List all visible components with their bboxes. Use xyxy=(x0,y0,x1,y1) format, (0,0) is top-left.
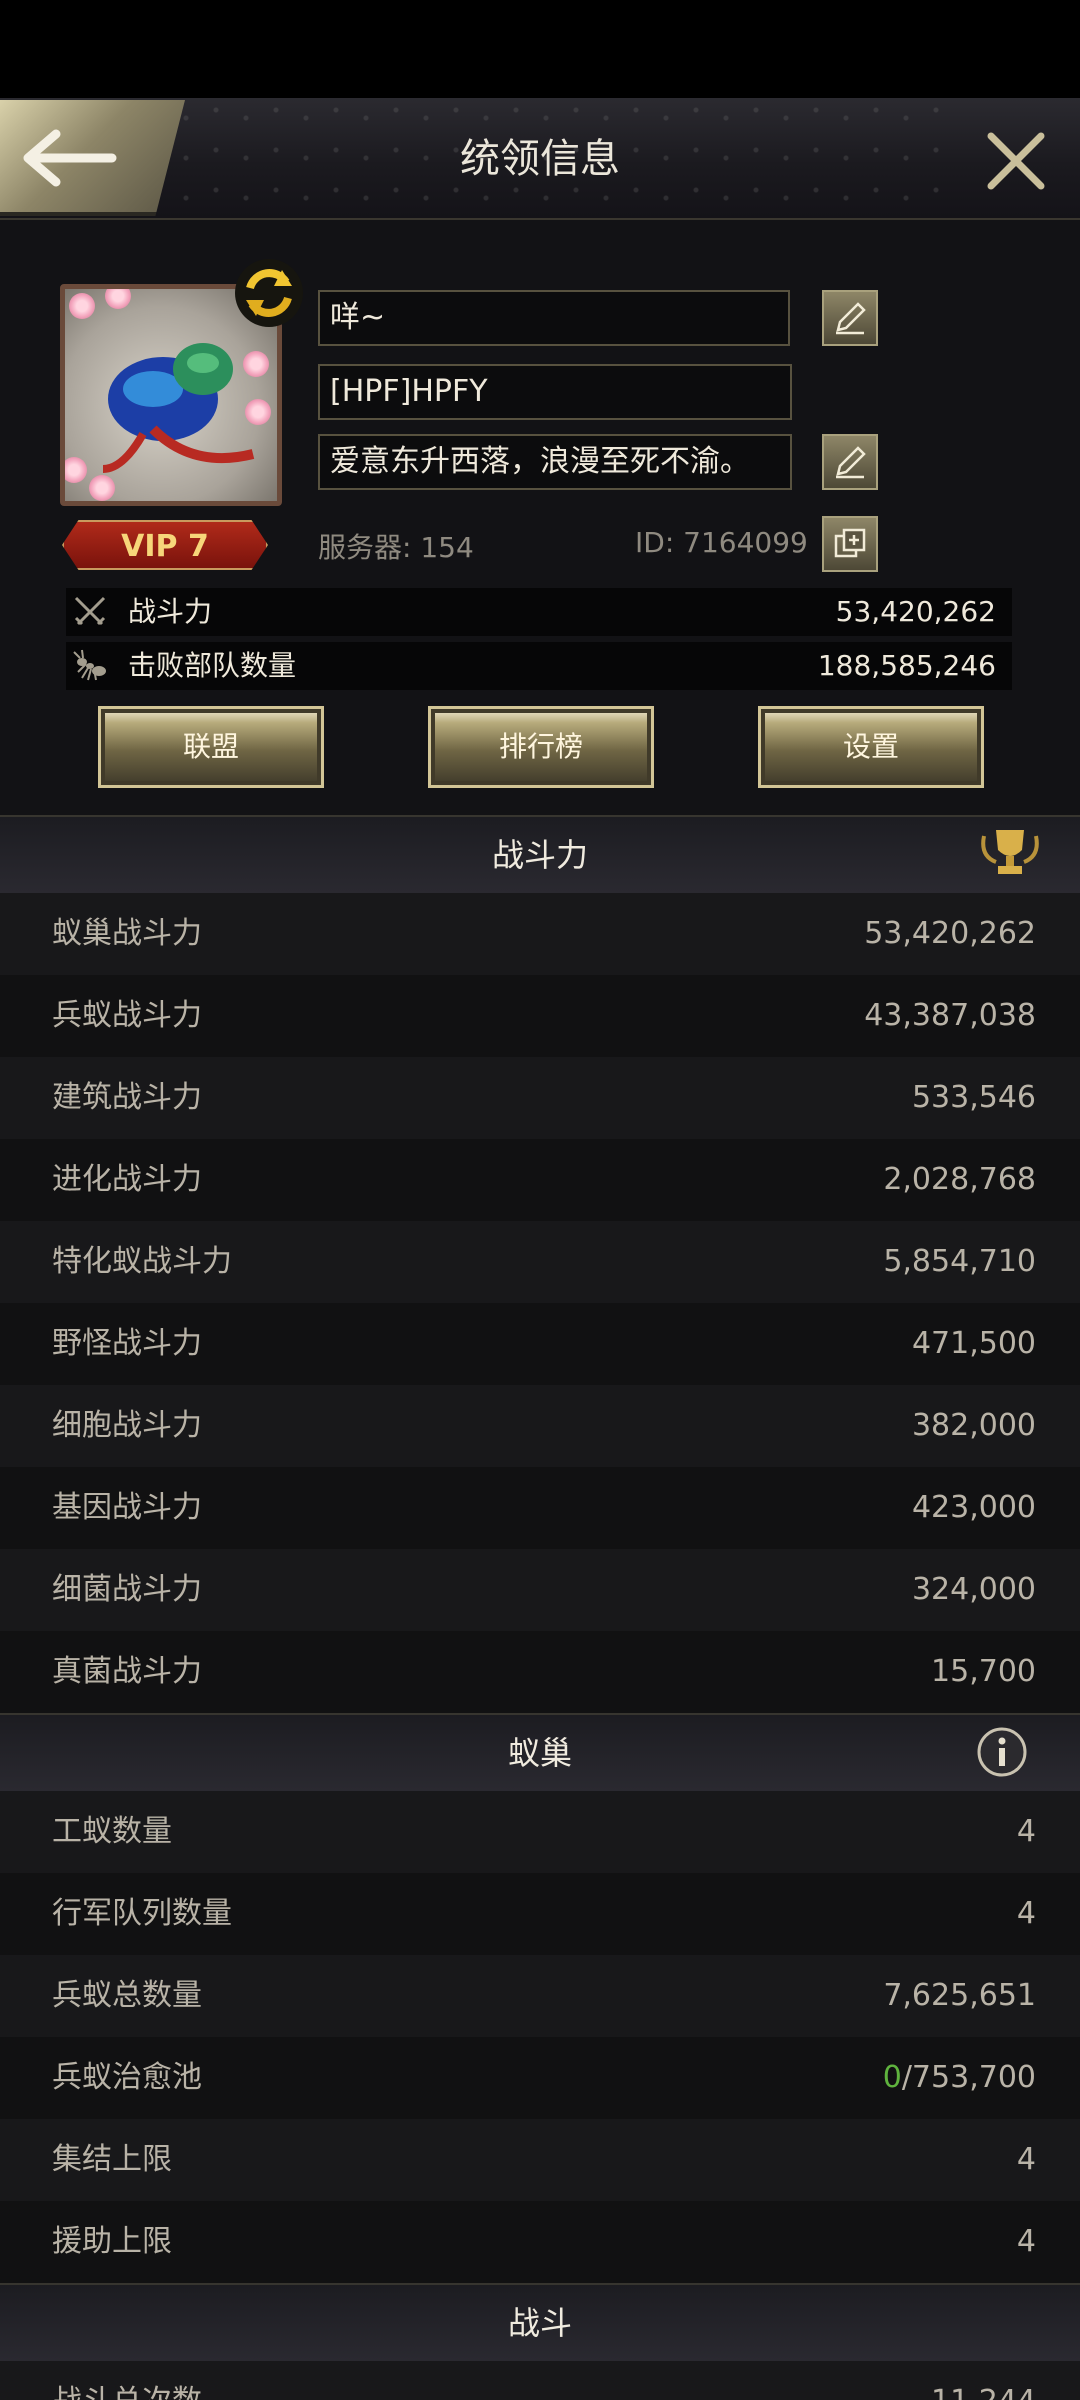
motto-field: 爱意东升西落，浪漫至死不渝。 xyxy=(318,434,792,490)
power-section-header: 战斗力 xyxy=(0,815,1080,893)
row-value: 533,546 xyxy=(911,1080,1036,1115)
row-label: 基因战斗力 xyxy=(52,1490,202,1525)
list-item: 真菌战斗力 15,700 xyxy=(0,1631,1080,1713)
row-value: 11,244 xyxy=(931,2361,1036,2400)
flower-decoration xyxy=(69,293,95,319)
row-label: 兵蚁治愈池 xyxy=(52,2060,202,2095)
status-bar xyxy=(0,0,1080,98)
flower-decoration xyxy=(243,351,269,377)
list-item: 集结上限 4 xyxy=(0,2119,1080,2201)
pen-icon xyxy=(836,302,866,335)
swap-arrows-icon xyxy=(235,259,303,327)
kills-stat-row: 击败部队数量 188,585,246 xyxy=(66,642,1012,690)
info-button[interactable] xyxy=(976,1726,1028,1782)
row-value: 2,028,768 xyxy=(883,1162,1036,1197)
list-item: 援助上限 4 xyxy=(0,2201,1080,2283)
row-value: 7,625,651 xyxy=(883,1978,1036,2013)
list-item: 进化战斗力 2,028,768 xyxy=(0,1139,1080,1221)
row-value: 382,000 xyxy=(911,1408,1036,1443)
name-field: 咩~ xyxy=(318,290,790,346)
healing-capacity-value: /753,700 xyxy=(901,2060,1036,2095)
beetle-avatar-image xyxy=(102,343,255,473)
row-label: 特化蚁战斗力 xyxy=(52,1244,232,1279)
flower-decoration xyxy=(105,289,131,309)
list-item: 建筑战斗力 533,546 xyxy=(0,1057,1080,1139)
row-label: 集结上限 xyxy=(52,2142,172,2177)
section-title: 战斗 xyxy=(507,2304,572,2342)
row-label: 行军队列数量 xyxy=(52,1896,232,1931)
list-item: 兵蚁治愈池 0/753,700 xyxy=(0,2037,1080,2119)
list-item: 野怪战斗力 471,500 xyxy=(0,1303,1080,1385)
row-value: 53,420,262 xyxy=(864,916,1036,951)
alliance-button[interactable]: 联盟 xyxy=(98,706,324,788)
list-item: 工蚁数量 4 xyxy=(0,1791,1080,1873)
list-item: 细菌战斗力 324,000 xyxy=(0,1549,1080,1631)
kills-label: 击败部队数量 xyxy=(128,649,297,682)
pen-icon xyxy=(836,446,866,479)
list-item: 兵蚁战斗力 43,387,038 xyxy=(0,975,1080,1057)
healing-current-value: 0 xyxy=(882,2060,902,2095)
row-label: 战斗总次数 xyxy=(52,2361,202,2400)
row-label: 细菌战斗力 xyxy=(52,1572,202,1607)
power-value: 53,420,262 xyxy=(835,595,996,628)
row-label: 援助上限 xyxy=(52,2224,172,2259)
flower-decoration xyxy=(65,457,87,483)
swap-avatar-button[interactable] xyxy=(232,256,306,330)
close-button[interactable] xyxy=(985,130,1047,192)
section-title: 蚁巢 xyxy=(507,1734,572,1772)
player-id-label: ID: 7164099 xyxy=(635,526,808,559)
flower-decoration xyxy=(245,399,271,425)
list-item: 细胞战斗力 382,000 xyxy=(0,1385,1080,1467)
row-value: 4 xyxy=(1016,2142,1036,2177)
list-item: 兵蚁总数量 7,625,651 xyxy=(0,1955,1080,2037)
alliance-tag-field: [HPF]HPFY xyxy=(318,364,792,420)
power-label: 战斗力 xyxy=(128,595,213,628)
row-label: 工蚁数量 xyxy=(52,1814,172,1849)
row-value: 15,700 xyxy=(931,1654,1036,1689)
row-label: 进化战斗力 xyxy=(52,1162,202,1197)
info-icon xyxy=(977,1727,1027,1777)
row-value: 471,500 xyxy=(911,1326,1036,1361)
ranking-button[interactable]: 排行榜 xyxy=(428,706,654,788)
row-value: 4 xyxy=(1016,2224,1036,2259)
kills-value: 188,585,246 xyxy=(817,649,996,682)
row-value: 4 xyxy=(1016,1814,1036,1849)
row-value: 0/753,700 xyxy=(883,2037,1036,2119)
close-x-icon xyxy=(987,132,1045,190)
page-title: 统领信息 xyxy=(460,136,620,182)
server-label: 服务器: 154 xyxy=(318,531,474,564)
section-title: 战斗力 xyxy=(491,836,588,874)
row-value: 43,387,038 xyxy=(864,998,1036,1033)
row-value: 423,000 xyxy=(911,1490,1036,1525)
row-label: 蚁巢战斗力 xyxy=(52,916,202,951)
edit-name-button[interactable] xyxy=(822,290,878,346)
row-label: 建筑战斗力 xyxy=(52,1080,202,1115)
row-value: 324,000 xyxy=(911,1572,1036,1607)
battle-section-header: 战斗 xyxy=(0,2283,1080,2361)
row-label: 野怪战斗力 xyxy=(52,1326,202,1361)
power-stat-row: 战斗力 53,420,262 xyxy=(66,588,1012,636)
crossed-swords-icon xyxy=(74,596,106,626)
list-item: 基因战斗力 423,000 xyxy=(0,1467,1080,1549)
row-value: 5,854,710 xyxy=(883,1244,1036,1279)
trophy-button[interactable] xyxy=(978,822,1042,886)
list-item: 特化蚁战斗力 5,854,710 xyxy=(0,1221,1080,1303)
row-label: 细胞战斗力 xyxy=(52,1408,202,1443)
list-item: 蚁巢战斗力 53,420,262 xyxy=(0,893,1080,975)
vip-badge: VIP 7 xyxy=(62,520,268,570)
list-item: 行军队列数量 4 xyxy=(0,1873,1080,1955)
ant-icon xyxy=(73,649,106,681)
copy-id-button[interactable] xyxy=(822,516,878,572)
row-value: 4 xyxy=(1016,1896,1036,1931)
copy-icon xyxy=(834,528,866,558)
row-label: 兵蚁总数量 xyxy=(52,1978,202,2013)
row-label: 真菌战斗力 xyxy=(52,1654,202,1689)
edit-motto-button[interactable] xyxy=(822,434,878,490)
settings-button[interactable]: 设置 xyxy=(758,706,984,788)
list-item: 战斗总次数 11,244 xyxy=(0,2361,1080,2400)
trophy-icon xyxy=(981,830,1039,874)
nest-section-header: 蚁巢 xyxy=(0,1713,1080,1791)
row-label: 兵蚁战斗力 xyxy=(52,998,202,1033)
flower-decoration xyxy=(89,475,115,501)
